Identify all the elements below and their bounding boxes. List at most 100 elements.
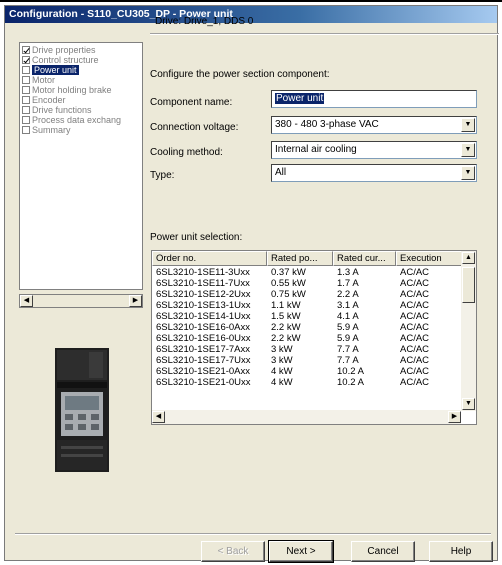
checkbox-icon[interactable] — [22, 126, 30, 134]
table-row[interactable]: 6SL3210-1SE13-1Uxx 1.1 kW 3.1 A AC/AC — [152, 300, 462, 311]
rated-power-cell: 1.1 kW — [271, 300, 301, 311]
nav-item-process-data-exchange[interactable]: Process data exchang — [22, 115, 142, 125]
connection-voltage-select[interactable]: 380 - 480 3-phase VAC ▼ — [271, 116, 477, 134]
top-border — [0, 0, 502, 2]
back-button[interactable]: < Back — [201, 541, 265, 562]
scrollbar-thumb[interactable] — [462, 267, 475, 303]
order-no-cell: 6SL3210-1SE11-3Uxx — [156, 267, 250, 278]
rated-power-cell: 0.37 kW — [271, 267, 306, 278]
footer-separator — [15, 533, 491, 535]
connection-voltage-label: Connection voltage: — [150, 122, 239, 133]
execution-cell: AC/AC — [400, 278, 430, 289]
rated-current-cell: 3.1 A — [337, 300, 359, 311]
nav-item-drive-functions[interactable]: Drive functions — [22, 105, 142, 115]
execution-cell: AC/AC — [400, 289, 430, 300]
nav-item-label: Power unit — [32, 65, 79, 75]
drive-unit-image — [55, 348, 109, 472]
table-row[interactable]: 6SL3210-1SE12-2Uxx 0.75 kW 2.2 A AC/AC — [152, 289, 462, 300]
checkbox-icon[interactable] — [22, 76, 30, 84]
header-separator — [150, 33, 499, 35]
scroll-right-icon[interactable]: ▶ — [129, 295, 142, 307]
nav-item-label: Drive properties — [32, 45, 96, 55]
type-select[interactable]: All ▼ — [271, 164, 477, 182]
power-unit-table[interactable]: Order no. Rated po... Rated cur... Execu… — [151, 250, 477, 425]
order-no-cell: 6SL3210-1SE17-7Axx — [156, 344, 251, 355]
table-row[interactable]: 6SL3210-1SE17-7Uxx 3 kW 7.7 A AC/AC — [152, 355, 462, 366]
cooling-method-label: Cooling method: — [150, 147, 223, 158]
nav-item-drive-properties[interactable]: Drive properties — [22, 45, 142, 55]
nav-item-power-unit[interactable]: Power unit — [22, 65, 142, 75]
table-row[interactable]: 6SL3210-1SE16-0Uxx 2.2 kW 5.9 A AC/AC — [152, 333, 462, 344]
rated-current-cell: 10.2 A — [337, 377, 364, 388]
table-row[interactable]: 6SL3210-1SE16-0Axx 2.2 kW 5.9 A AC/AC — [152, 322, 462, 333]
rated-current-cell: 1.7 A — [337, 278, 359, 289]
component-name-label: Component name: — [150, 97, 233, 108]
rated-power-cell: 2.2 kW — [271, 333, 301, 344]
table-row[interactable]: 6SL3210-1SE11-7Uxx 0.55 kW 1.7 A AC/AC — [152, 278, 462, 289]
checkbox-icon[interactable] — [22, 96, 30, 104]
rated-power-cell: 0.75 kW — [271, 289, 306, 300]
column-header-execution[interactable]: Execution — [396, 251, 462, 266]
checkbox-icon[interactable] — [22, 56, 30, 64]
rated-current-cell: 5.9 A — [337, 322, 359, 333]
nav-item-control-structure[interactable]: Control structure — [22, 55, 142, 65]
drive-info: Drive: Drive_1, DDS 0 — [155, 16, 254, 27]
type-value: All — [275, 167, 287, 178]
order-no-cell: 6SL3210-1SE12-2Uxx — [156, 289, 251, 300]
scroll-up-icon[interactable]: ▲ — [462, 252, 475, 264]
rated-current-cell: 4.1 A — [337, 311, 359, 322]
table-row[interactable]: 6SL3210-1SE21-0Uxx 4 kW 10.2 A AC/AC — [152, 377, 462, 388]
cancel-button[interactable]: Cancel — [351, 541, 415, 562]
nav-item-summary[interactable]: Summary — [22, 125, 142, 135]
component-name-value: Power unit — [275, 93, 325, 104]
nav-item-motor-holding-brake[interactable]: Motor holding brake — [22, 85, 142, 95]
table-row[interactable]: 6SL3210-1SE21-0Axx 4 kW 10.2 A AC/AC — [152, 366, 462, 377]
execution-cell: AC/AC — [400, 333, 430, 344]
component-name-field[interactable]: Power unit — [271, 90, 477, 108]
table-row[interactable]: 6SL3210-1SE11-3Uxx 0.37 kW 1.3 A AC/AC — [152, 267, 462, 278]
help-button[interactable]: Help — [429, 541, 493, 562]
nav-item-motor[interactable]: Motor — [22, 75, 142, 85]
nav-item-encoder[interactable]: Encoder — [22, 95, 142, 105]
power-unit-selection-label: Power unit selection: — [150, 232, 243, 243]
connection-voltage-value: 380 - 480 3-phase VAC — [275, 119, 379, 130]
cooling-method-select[interactable]: Internal air cooling ▼ — [271, 141, 477, 159]
execution-cell: AC/AC — [400, 355, 430, 366]
scroll-left-icon[interactable]: ◀ — [20, 295, 33, 307]
rated-power-cell: 3 kW — [271, 355, 293, 366]
execution-cell: AC/AC — [400, 377, 430, 388]
checkbox-icon[interactable] — [22, 116, 30, 124]
table-vertical-scrollbar[interactable]: ▲ ▼ — [461, 251, 476, 411]
scroll-right-icon[interactable]: ▶ — [448, 411, 461, 423]
chevron-down-icon[interactable]: ▼ — [461, 143, 475, 157]
nav-horizontal-scrollbar[interactable]: ◀ ▶ — [19, 294, 143, 308]
column-header-rated-power[interactable]: Rated po... — [267, 251, 333, 266]
table-row[interactable]: 6SL3210-1SE14-1Uxx 1.5 kW 4.1 A AC/AC — [152, 311, 462, 322]
cooling-method-value: Internal air cooling — [275, 144, 357, 155]
rated-power-cell: 0.55 kW — [271, 278, 306, 289]
execution-cell: AC/AC — [400, 300, 430, 311]
rated-power-cell: 4 kW — [271, 377, 293, 388]
order-no-cell: 6SL3210-1SE16-0Uxx — [156, 333, 251, 344]
column-header-rated-current[interactable]: Rated cur... — [333, 251, 396, 266]
scroll-left-icon[interactable]: ◀ — [152, 411, 165, 423]
chevron-down-icon[interactable]: ▼ — [461, 118, 475, 132]
scroll-down-icon[interactable]: ▼ — [462, 398, 475, 410]
execution-cell: AC/AC — [400, 311, 430, 322]
checkbox-icon[interactable] — [22, 66, 30, 74]
order-no-cell: 6SL3210-1SE21-0Axx — [156, 366, 251, 377]
checkbox-icon[interactable] — [22, 86, 30, 94]
checkbox-icon[interactable] — [22, 106, 30, 114]
execution-cell: AC/AC — [400, 322, 430, 333]
checkbox-icon[interactable] — [22, 46, 30, 54]
configuration-dialog: Configuration - S110_CU305_DP - Power un… — [4, 5, 499, 563]
table-header: Order no. Rated po... Rated cur... Execu… — [152, 251, 476, 266]
navigation-tree[interactable]: Drive properties Control structure Power… — [19, 42, 143, 290]
chevron-down-icon[interactable]: ▼ — [461, 166, 475, 180]
rated-power-cell: 2.2 kW — [271, 322, 301, 333]
table-row[interactable]: 6SL3210-1SE17-7Axx 3 kW 7.7 A AC/AC — [152, 344, 462, 355]
next-button[interactable]: Next > — [268, 540, 334, 563]
table-horizontal-scrollbar[interactable]: ◀ ▶ — [152, 410, 461, 424]
instruction-text: Configure the power section component: — [150, 69, 330, 80]
column-header-order-no[interactable]: Order no. — [152, 251, 267, 266]
